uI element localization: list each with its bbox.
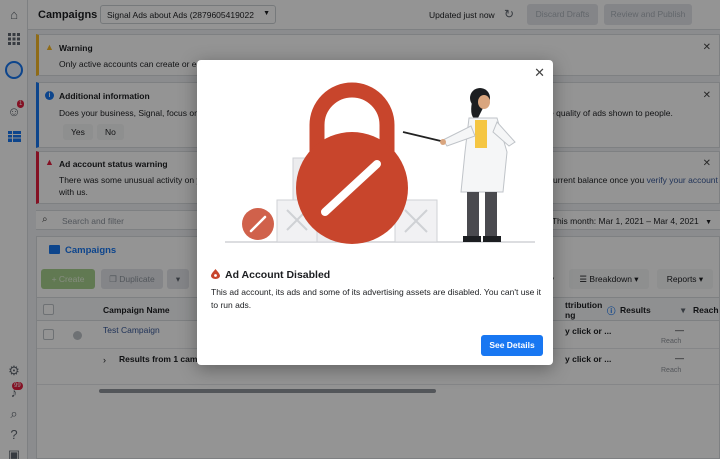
dialog-title-text: Ad Account Disabled xyxy=(225,269,331,281)
close-icon[interactable]: ✕ xyxy=(534,65,545,81)
dialog-title: Ad Account Disabled xyxy=(211,269,330,281)
ad-account-disabled-dialog: ✕ Ad Account Disabled This ad account, i… xyxy=(197,60,553,365)
see-details-button[interactable]: See Details xyxy=(481,335,543,356)
disabled-lock-illustration xyxy=(225,82,535,244)
dialog-message: This ad account, its ads and some of its… xyxy=(211,287,542,310)
disabled-lock-icon xyxy=(211,269,220,279)
